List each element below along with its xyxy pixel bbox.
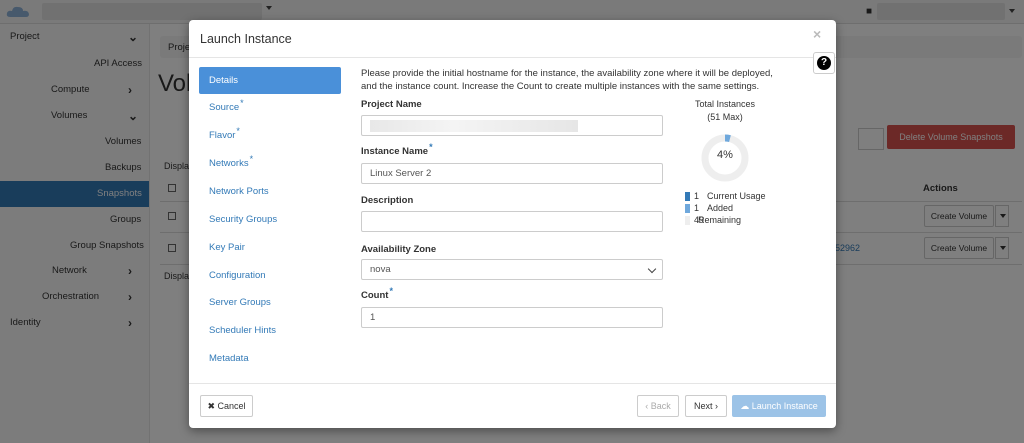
description-label: Description: [361, 195, 414, 206]
usage-percent: 4%: [717, 149, 733, 161]
required-marker: *: [240, 98, 244, 108]
legend-swatch: [685, 192, 690, 201]
tab-source[interactable]: Source*: [199, 94, 341, 121]
tab-label: Server Groups: [209, 297, 271, 308]
tab-network-ports[interactable]: Network Ports: [199, 178, 341, 205]
legend-added: 1 Added: [685, 202, 805, 214]
cancel-label: Cancel: [217, 401, 246, 411]
cancel-button[interactable]: ✖ Cancel: [200, 395, 253, 417]
legend-count: 1: [694, 203, 700, 213]
availability-zone-label: Availability Zone: [361, 244, 437, 255]
legend-swatch: [685, 204, 690, 213]
tab-label: Key Pair: [209, 242, 245, 253]
launch-instance-label: Launch Instance: [751, 401, 818, 411]
project-name-field: [361, 115, 663, 136]
tab-metadata[interactable]: Metadata: [199, 345, 341, 372]
cloud-upload-icon: ☁: [740, 401, 750, 411]
modal-title: Launch Instance: [200, 32, 292, 46]
legend-label: Remaining: [698, 215, 742, 225]
tab-label: Source: [209, 102, 240, 113]
legend-label: Current Usage: [707, 191, 766, 201]
total-instances-max: (51 Max): [707, 112, 743, 122]
next-button[interactable]: Next ›: [685, 395, 727, 417]
total-instances-stats: Total Instances (51 Max): [685, 98, 765, 124]
legend-count: 1: [694, 191, 700, 201]
details-intro-text: Please provide the initial hostname for …: [361, 68, 773, 92]
instance-name-label-text: Instance Name: [361, 146, 429, 157]
tab-details[interactable]: Details: [199, 67, 341, 94]
modal-header: Launch Instance ×: [189, 20, 836, 58]
description-input[interactable]: [361, 211, 663, 232]
tab-scheduler-hints[interactable]: Scheduler Hints: [199, 317, 341, 344]
instance-name-label: Instance Name*: [361, 142, 433, 157]
legend-current-usage: 1 Current Usage: [685, 190, 805, 202]
chevron-down-icon: [647, 264, 657, 274]
launch-instance-modal: Launch Instance × ? Details Source* Flav…: [189, 20, 836, 428]
count-label: Count*: [361, 286, 393, 301]
back-button[interactable]: ‹ Back: [637, 395, 679, 417]
tab-server-groups[interactable]: Server Groups: [199, 289, 341, 316]
required-marker: *: [429, 142, 433, 152]
tab-label: Configuration: [209, 270, 266, 281]
tab-flavor[interactable]: Flavor*: [199, 122, 341, 149]
instance-name-input[interactable]: Linux Server 2: [361, 163, 663, 184]
count-label-text: Count: [361, 290, 389, 301]
tab-label: Metadata: [209, 353, 249, 364]
tab-networks[interactable]: Networks*: [199, 150, 341, 177]
total-instances-title: Total Instances: [694, 99, 756, 109]
help-button[interactable]: ?: [813, 52, 835, 74]
tab-label: Details: [209, 75, 239, 86]
tab-key-pair[interactable]: Key Pair: [199, 234, 341, 261]
close-icon: ✖: [207, 401, 215, 411]
question-icon: ?: [817, 56, 831, 70]
count-input[interactable]: 1: [361, 307, 663, 328]
close-icon[interactable]: ×: [813, 26, 821, 42]
legend-label: Added: [707, 203, 734, 213]
tab-label: Security Groups: [209, 214, 278, 225]
required-marker: *: [236, 126, 240, 136]
tab-label: Network Ports: [209, 186, 269, 197]
project-name-value: [370, 120, 578, 132]
project-name-label: Project Name: [361, 99, 422, 110]
legend-remaining: 49 Remaining: [685, 214, 805, 226]
legend-swatch: [685, 216, 690, 225]
tab-label: Scheduler Hints: [209, 325, 277, 336]
required-marker: *: [389, 286, 393, 296]
availability-zone-select[interactable]: nova: [361, 259, 663, 280]
tab-label: Networks: [209, 158, 249, 169]
tab-security-groups[interactable]: Security Groups: [199, 206, 341, 233]
required-marker: *: [249, 154, 254, 164]
tab-label: Flavor: [209, 130, 236, 141]
availability-zone-value: nova: [370, 264, 391, 275]
tab-configuration[interactable]: Configuration: [199, 262, 341, 289]
launch-instance-button[interactable]: ☁ Launch Instance: [732, 395, 826, 417]
modal-footer: ✖ Cancel ‹ Back Next › ☁ Launch Instance: [189, 383, 836, 428]
